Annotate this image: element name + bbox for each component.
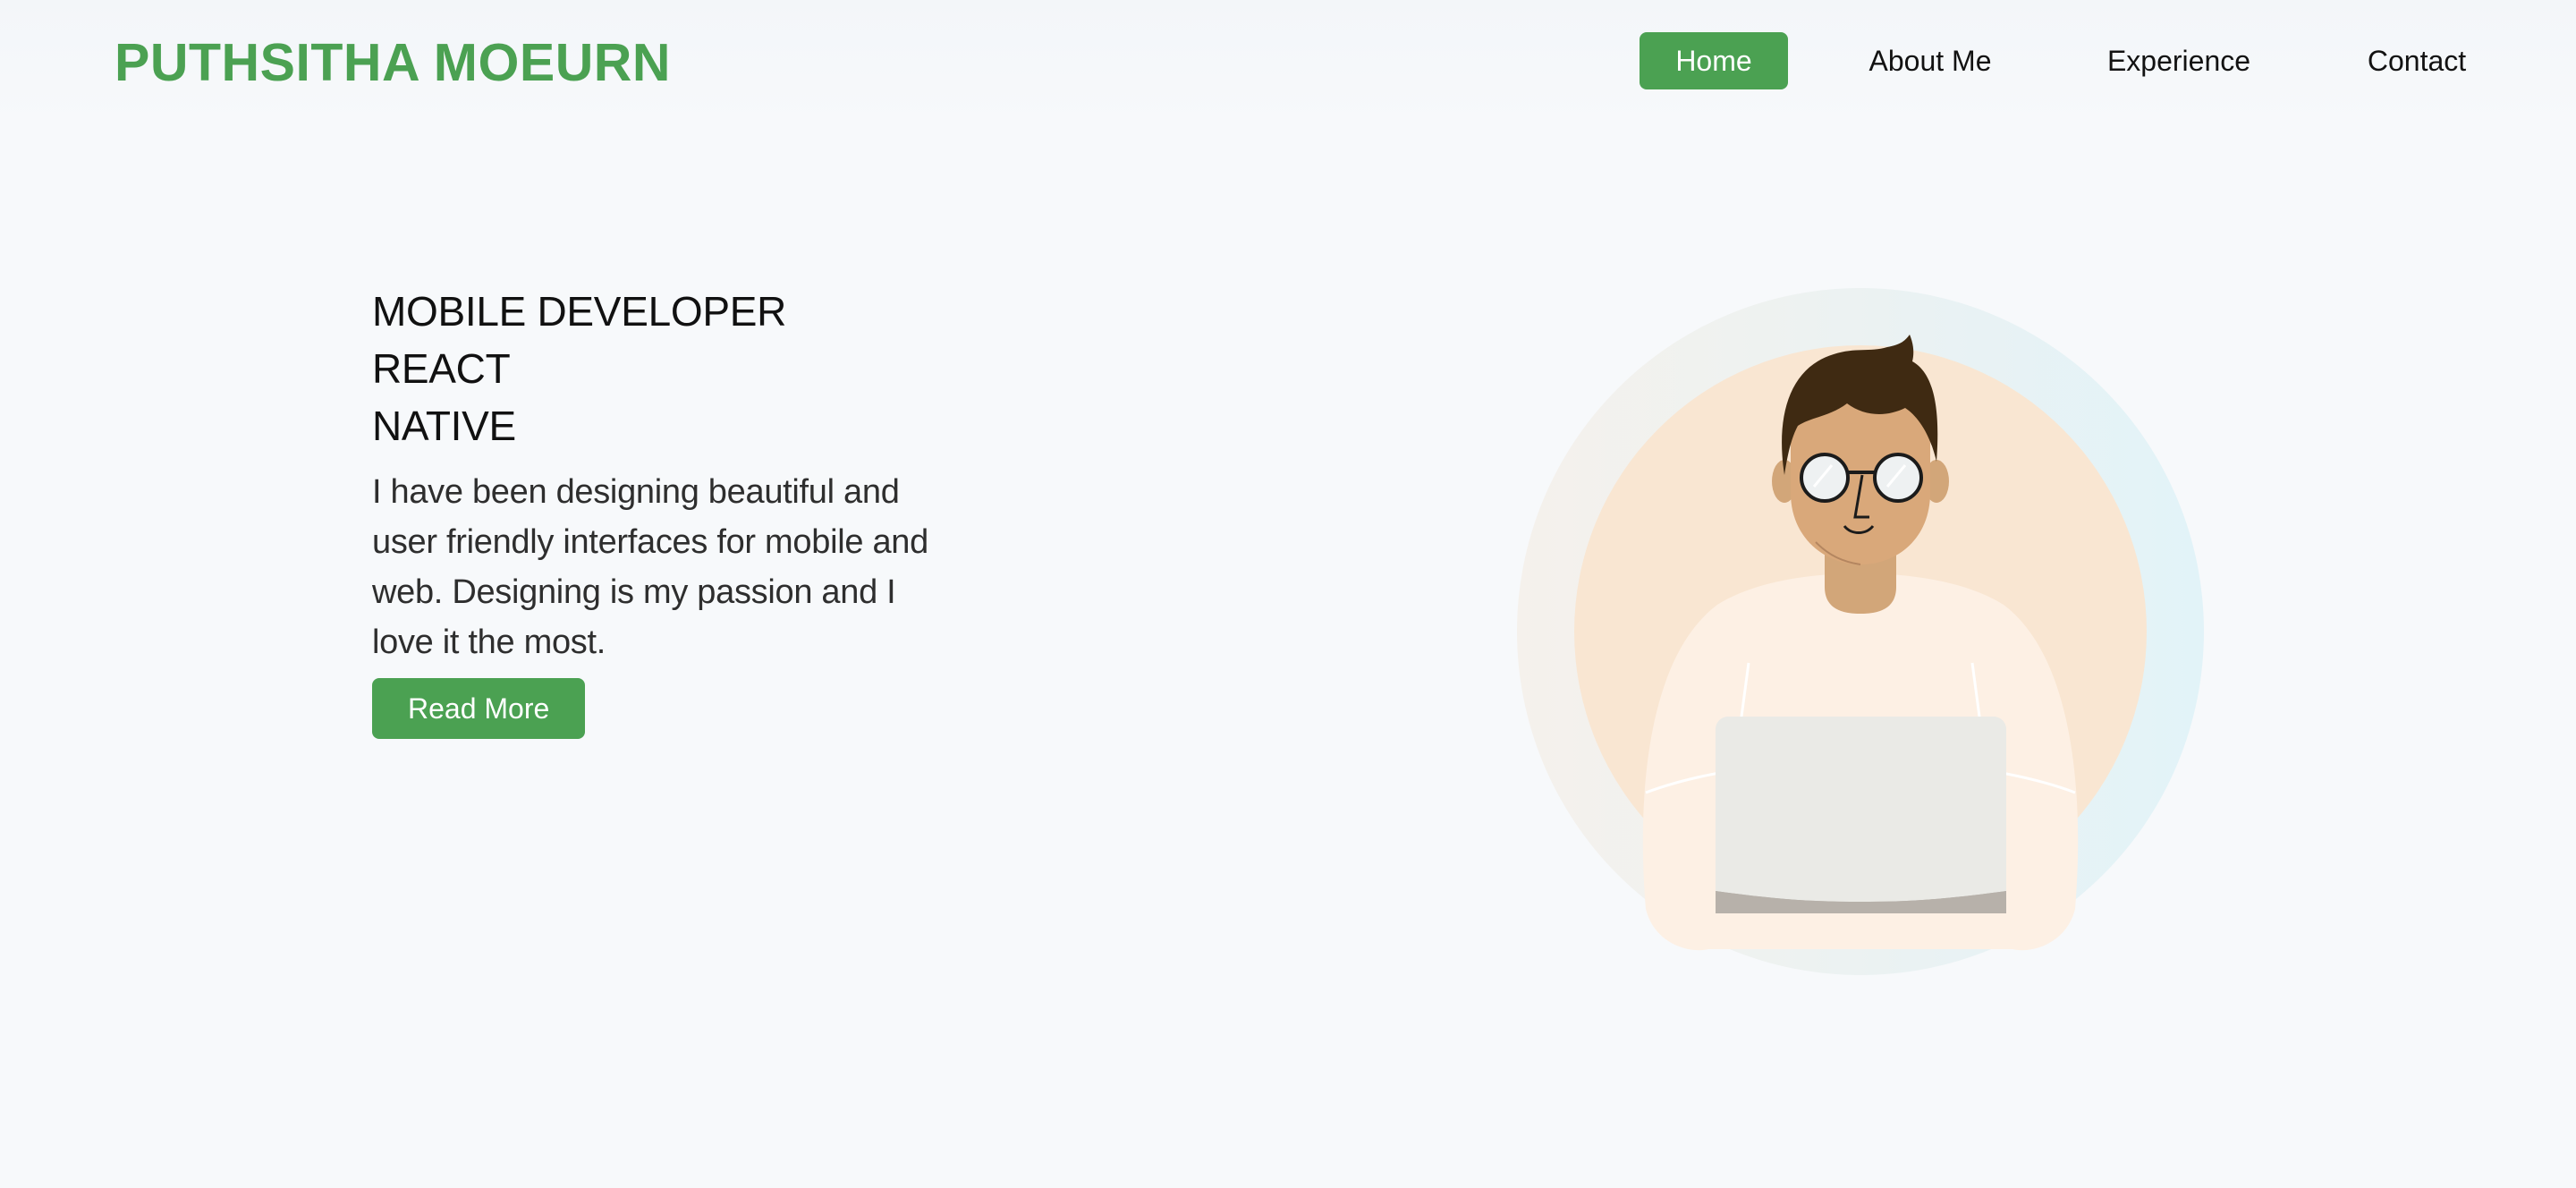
nav-contact[interactable]: Contact	[2352, 32, 2481, 89]
hero-description-line: I have been designing beautiful and	[372, 473, 900, 511]
nav-home[interactable]: Home	[1640, 32, 1788, 89]
developer-with-laptop-icon	[1517, 288, 2204, 975]
glasses-left-lens	[1800, 453, 1850, 503]
glasses-right-lens	[1873, 453, 1923, 503]
nav-about-me[interactable]: About Me	[1852, 32, 2009, 89]
hero-title-line: NATIVE	[372, 403, 516, 449]
read-more-button[interactable]: Read More	[372, 678, 586, 739]
hero-title-line: REACT	[372, 345, 511, 392]
developer-illustration	[1512, 283, 2209, 980]
hero-title-line: MOBILE DEVELOPER	[372, 288, 787, 335]
site-logo[interactable]: PUTHSITHA MOEURN	[114, 30, 671, 95]
hero-text: MOBILE DEVELOPER REACT NATIVE I have bee…	[372, 283, 962, 739]
nav-experience[interactable]: Experience	[2089, 32, 2268, 89]
laptop	[1716, 717, 2006, 913]
hero-description-line: love it the most.	[372, 624, 606, 661]
hero-description: I have been designing beautiful and user…	[372, 467, 962, 667]
hero-title: MOBILE DEVELOPER REACT NATIVE	[372, 283, 962, 454]
hero-description-line: user friendly interfaces for mobile and	[372, 523, 928, 561]
navbar: PUTHSITHA MOEURN Home About Me Experienc…	[0, 0, 2576, 122]
hero-description-line: web. Designing is my passion and I	[372, 573, 896, 611]
